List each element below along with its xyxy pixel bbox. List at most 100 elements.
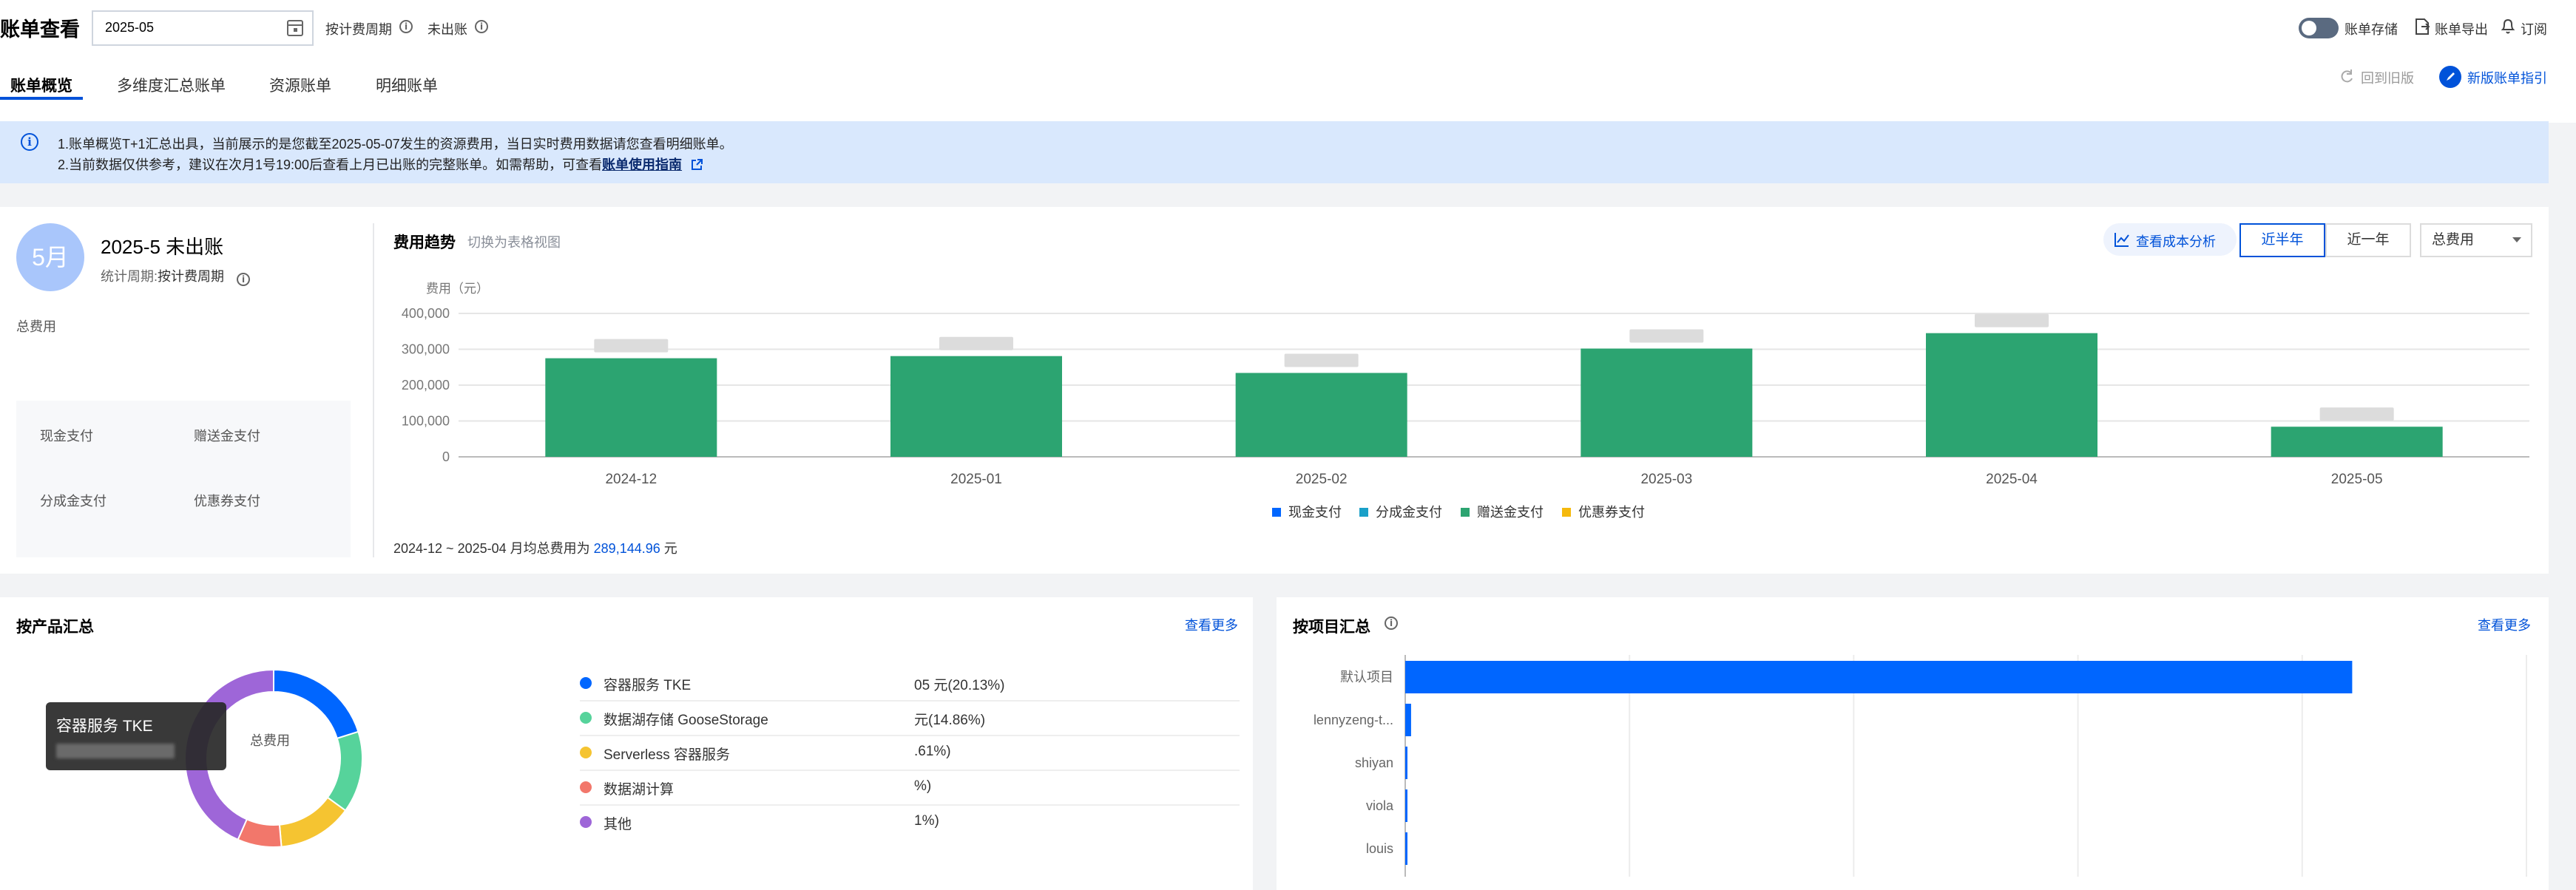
project-summary-title: 按项目汇总 xyxy=(1293,619,1370,636)
row-divider xyxy=(580,700,1240,702)
product-name: 数据湖计算 xyxy=(604,782,675,798)
donut-center-value xyxy=(222,755,325,773)
project-bar xyxy=(1405,661,2353,693)
cost-analysis-label: 查看成本分析 xyxy=(2136,234,2216,249)
project-label: viola xyxy=(1366,798,1394,813)
donut-center-label: 总费用 xyxy=(250,733,290,748)
share-pay-label: 分成金支付 xyxy=(40,494,107,509)
project-bar xyxy=(1405,704,1411,736)
month-picker[interactable] xyxy=(92,10,314,46)
bar-2025-03 xyxy=(1581,348,1753,457)
trend-title: 费用趋势 xyxy=(393,234,456,251)
page-title: 账单查看 xyxy=(0,18,80,41)
notice-line-2: 2.当前数据仅供参考，建议在次月1号19:00后查看上月已出账的完整账单。如需帮… xyxy=(58,154,703,174)
info-icon[interactable]: i xyxy=(1385,616,1398,630)
back-to-old-button[interactable]: 回到旧版 xyxy=(2361,68,2414,87)
project-label: 默认项目 xyxy=(1340,670,1393,685)
product-summary-title: 按产品汇总 xyxy=(16,619,94,636)
billing-cycle-label: 按计费周期 xyxy=(325,22,392,37)
bar-value-label xyxy=(2319,407,2394,421)
row-divider xyxy=(580,770,1240,771)
x-tick-label: 2025-03 xyxy=(1640,472,1692,487)
tab-detail[interactable]: 明细账单 xyxy=(376,74,438,96)
range-one-year-button[interactable]: 近一年 xyxy=(2325,223,2411,257)
switch-table-view-link[interactable]: 切换为表格视图 xyxy=(467,232,561,251)
x-tick-label: 2025-04 xyxy=(1986,472,2038,487)
product-name: 容器服务 TKE xyxy=(604,678,692,693)
y-tick-label: 400,000 xyxy=(402,306,450,321)
bell-icon[interactable] xyxy=(2500,17,2516,35)
legend-dot xyxy=(580,747,592,758)
legend-label: 现金支付 xyxy=(1288,505,1342,520)
calendar-icon[interactable] xyxy=(287,20,303,36)
info-icon[interactable]: i xyxy=(399,20,413,33)
fee-type-select[interactable]: 总费用 xyxy=(2420,223,2532,257)
trend-footer: 2024-12 ~ 2025-04 月均总费用为 289,144.96 元 xyxy=(393,538,677,557)
bill-export-button[interactable]: 账单导出 xyxy=(2435,19,2488,38)
payment-breakdown xyxy=(16,401,351,557)
rocket-icon[interactable] xyxy=(2439,66,2461,88)
y-tick-label: 0 xyxy=(442,449,450,464)
info-icon[interactable]: i xyxy=(237,273,251,286)
legend-label: 优惠券支付 xyxy=(1578,505,1645,520)
product-row: 数据湖存储 GooseStorage 元(14.86%) xyxy=(580,709,1240,734)
bill-storage-label: 账单存储 xyxy=(2345,22,2398,37)
range-half-year-button[interactable]: 近半年 xyxy=(2239,223,2325,257)
project-more-link[interactable]: 查看更多 xyxy=(2478,615,2531,634)
legend-swatch xyxy=(1461,508,1470,517)
summary-title: 2025-5 未出账 xyxy=(101,236,224,258)
cash-pay-label: 现金支付 xyxy=(40,429,93,444)
refresh-icon[interactable] xyxy=(2339,68,2355,84)
avg-fee-value: 289,144.96 xyxy=(593,541,660,556)
bill-guide-link[interactable]: 账单使用指南 xyxy=(602,157,682,172)
x-tick-label: 2025-01 xyxy=(950,472,1002,487)
chevron-down-icon xyxy=(2512,237,2521,242)
tab-multi-dimension[interactable]: 多维度汇总账单 xyxy=(117,74,226,96)
legend-swatch xyxy=(1272,508,1281,517)
month-badge: 5月 xyxy=(16,223,84,291)
legend-dot xyxy=(580,781,592,793)
product-row: 容器服务 TKE 05 元(20.13%) xyxy=(580,674,1240,699)
chart-tooltip: 容器服务 TKE xyxy=(46,702,226,770)
product-more-link[interactable]: 查看更多 xyxy=(1185,615,1238,634)
fee-type-select-value: 总费用 xyxy=(2432,232,2475,248)
period-value: 按计费周期 xyxy=(158,269,225,284)
gift-pay-label: 赠送金支付 xyxy=(194,429,260,444)
legend-dot xyxy=(580,677,592,689)
footer-prefix: 2024-12 ~ 2025-04 月均总费用为 xyxy=(393,541,590,556)
row-divider xyxy=(580,804,1240,806)
chart-icon xyxy=(2114,233,2129,247)
product-amount: 1%) xyxy=(914,813,939,829)
export-icon[interactable] xyxy=(2414,18,2430,35)
bar-2025-02 xyxy=(1235,373,1407,457)
project-bar xyxy=(1405,832,1407,865)
info-icon[interactable]: i xyxy=(475,20,488,33)
bill-storage-toggle[interactable] xyxy=(2299,18,2339,38)
unbilled-label: 未出账 xyxy=(427,22,467,37)
bar-value-label xyxy=(594,339,669,353)
month-input[interactable] xyxy=(104,19,269,36)
product-name: 其他 xyxy=(604,817,632,832)
product-name: Serverless 容器服务 xyxy=(604,747,731,763)
cost-analysis-button[interactable]: 查看成本分析 xyxy=(2103,223,2237,256)
top-bar xyxy=(0,0,2576,123)
tab-overview[interactable]: 账单概览 xyxy=(10,74,72,96)
active-tab-indicator xyxy=(0,97,83,100)
project-label: louis xyxy=(1366,841,1393,856)
tooltip-title: 容器服务 TKE xyxy=(56,718,153,735)
notice-line-2-text: 2.当前数据仅供参考，建议在次月1号19:00后查看上月已出账的完整账单。如需帮… xyxy=(58,157,603,172)
bar-value-label xyxy=(1975,313,2049,327)
y-axis-label: 费用（元） xyxy=(426,282,489,296)
product-name: 数据湖存储 GooseStorage xyxy=(604,713,768,728)
bar-2025-05 xyxy=(2271,427,2443,457)
external-link-icon[interactable] xyxy=(690,158,703,171)
new-bill-guide-link[interactable]: 新版账单指引 xyxy=(2467,68,2547,87)
trend-chart: 费用（元） 400,000 300,000 200,000 100,000 0 2024-1… xyxy=(402,282,2529,520)
product-row: 其他 1%) xyxy=(580,813,1240,838)
subscribe-button[interactable]: 订阅 xyxy=(2521,19,2547,38)
product-amount: .61%) xyxy=(914,744,951,759)
project-bar xyxy=(1405,789,1407,822)
tab-resource[interactable]: 资源账单 xyxy=(269,74,331,96)
bar-2025-01 xyxy=(890,356,1062,457)
donut-slice xyxy=(278,796,347,848)
